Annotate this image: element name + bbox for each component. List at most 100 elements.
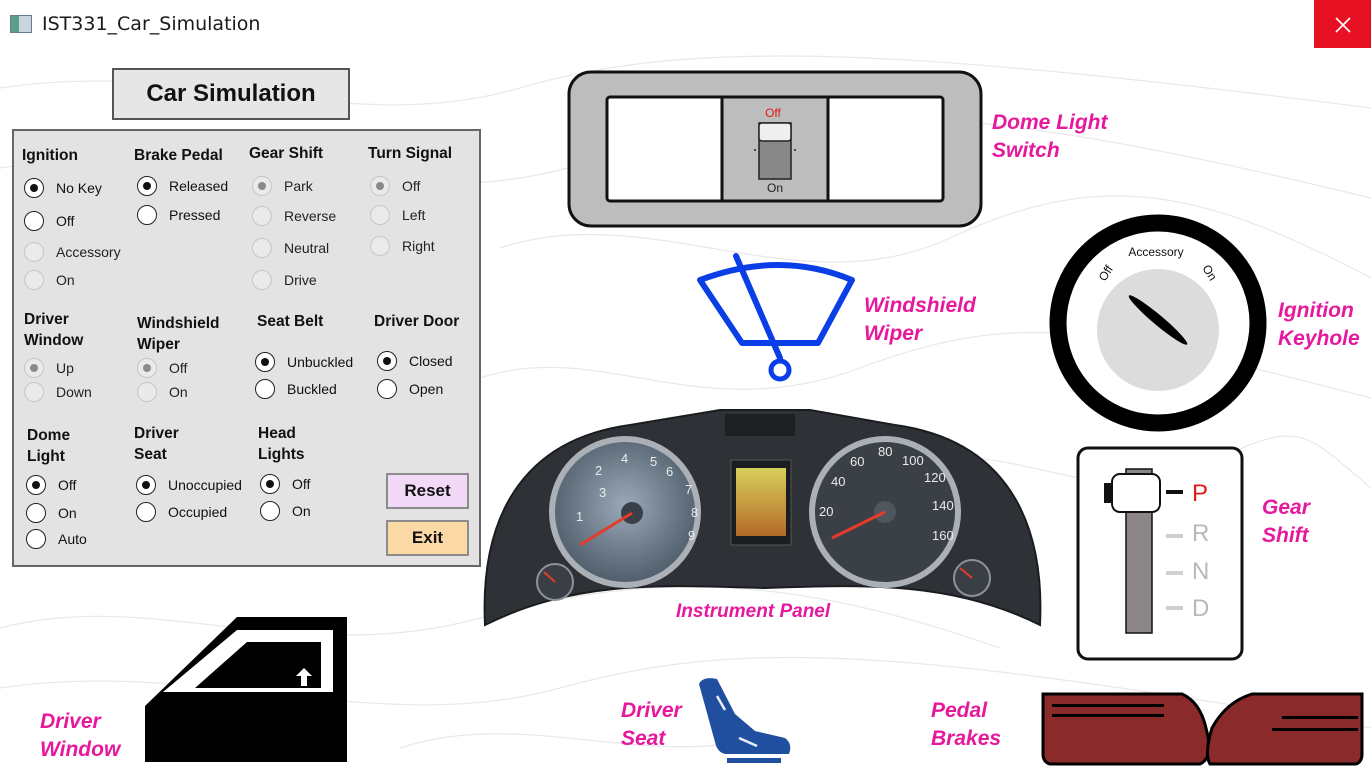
svg-text:1: 1 xyxy=(576,509,583,524)
radio-dot xyxy=(252,176,272,196)
group-title: Gear Shift xyxy=(249,145,324,162)
seat-occupied-radio[interactable]: Occupied xyxy=(136,502,227,522)
dome-light-switch[interactable]: Off On xyxy=(567,70,985,230)
gear-n-label: N xyxy=(1192,558,1209,585)
driver-window-label: Driver Window xyxy=(40,708,120,764)
gear-drive-radio[interactable]: Drive xyxy=(252,270,317,290)
radio-label: Auto xyxy=(58,531,87,547)
ignition-on-radio[interactable]: On xyxy=(24,270,75,290)
radio-dot xyxy=(26,529,46,549)
keyhole-accessory-label: Accessory xyxy=(1128,245,1183,259)
radio-label: Left xyxy=(402,207,426,223)
radio-dot xyxy=(136,475,156,495)
seat-belt-buckled-radio[interactable]: Buckled xyxy=(255,379,337,399)
group-title: Seat Belt xyxy=(257,313,324,330)
radio-dot xyxy=(24,382,44,402)
gear-neutral-radio[interactable]: Neutral xyxy=(252,238,329,258)
svg-text:20: 20 xyxy=(819,504,833,519)
radio-label: On xyxy=(56,272,75,288)
label-line: Wiper xyxy=(864,322,923,345)
driver-seat[interactable] xyxy=(695,676,795,768)
label-line: Window xyxy=(40,738,121,761)
switch-toggle[interactable] xyxy=(758,122,792,142)
gear-shift[interactable]: P R N D xyxy=(1074,445,1246,663)
group-title-line: Driver xyxy=(24,311,69,328)
radio-label: Off xyxy=(169,360,188,376)
door-open-radio[interactable]: Open xyxy=(377,379,443,399)
gear-park-radio[interactable]: Park xyxy=(252,176,313,196)
gear-reverse-radio[interactable]: Reverse xyxy=(252,206,336,226)
switch-off-label: Off xyxy=(765,106,781,120)
turn-left-radio[interactable]: Left xyxy=(370,205,425,225)
windshield-wiper-label: Windshield Wiper xyxy=(864,292,976,348)
label-line: Driver xyxy=(40,710,101,733)
radio-dot xyxy=(252,238,272,258)
ignition-accessory-radio[interactable]: Accessory xyxy=(24,242,121,262)
svg-text:160: 160 xyxy=(932,528,954,543)
group-title-line: Light xyxy=(27,448,65,465)
turn-off-radio[interactable]: Off xyxy=(370,176,420,196)
turn-right-radio[interactable]: Right xyxy=(370,236,435,256)
group-title-line: Seat xyxy=(134,446,167,463)
close-button[interactable] xyxy=(1314,0,1371,48)
radio-label: Off xyxy=(58,477,77,493)
radio-dot xyxy=(24,358,44,378)
radio-label: Pressed xyxy=(169,207,221,223)
svg-text:4: 4 xyxy=(621,451,628,466)
group-title-line: Wiper xyxy=(137,336,180,353)
radio-dot xyxy=(26,503,46,523)
ignition-keyhole-label: Ignition Keyhole xyxy=(1278,297,1360,353)
brake-pressed-radio[interactable]: Pressed xyxy=(137,205,220,225)
turn-signal-group: Turn Signal xyxy=(368,143,452,164)
group-title: Turn Signal xyxy=(368,145,453,162)
window-title: IST331_Car_Simulation xyxy=(42,13,261,35)
label-line: Seat xyxy=(621,727,666,750)
gear-d-label: D xyxy=(1192,595,1209,622)
reset-button[interactable]: Reset xyxy=(386,473,469,509)
seat-unoccupied-radio[interactable]: Unoccupied xyxy=(136,475,242,495)
svg-text:40: 40 xyxy=(831,474,845,489)
wiper-on-radio[interactable]: On xyxy=(137,382,188,402)
gear-p-label: P xyxy=(1192,480,1208,507)
radio-dot xyxy=(26,475,46,495)
radio-label: Off xyxy=(56,213,75,229)
switch-on-label: On xyxy=(767,181,783,195)
radio-label: No Key xyxy=(56,180,102,196)
group-title-line: Head xyxy=(258,425,296,442)
ignition-group: Ignition xyxy=(22,145,78,166)
exit-button[interactable]: Exit xyxy=(386,520,469,556)
radio-label: Park xyxy=(284,178,313,194)
radio-label: Reverse xyxy=(284,208,337,224)
gear-knob[interactable] xyxy=(1111,473,1161,513)
headlights-off-radio[interactable]: Off xyxy=(260,474,310,494)
dome-auto-radio[interactable]: Auto xyxy=(26,529,87,549)
pedal-brakes[interactable] xyxy=(1040,688,1365,768)
radio-dot xyxy=(137,205,157,225)
dome-on-radio[interactable]: On xyxy=(26,503,77,523)
wiper-pivot xyxy=(768,358,792,382)
windshield-wiper-group: Windshield Wiper xyxy=(137,313,220,355)
ignition-no-key-radio[interactable]: No Key xyxy=(24,178,102,198)
window-up-radio[interactable]: Up xyxy=(24,358,74,378)
ignition-off-radio[interactable]: Off xyxy=(24,211,74,231)
headlights-on-radio[interactable]: On xyxy=(260,501,311,521)
driver-seat-group: Driver Seat xyxy=(134,423,179,465)
wiper-off-radio[interactable]: Off xyxy=(137,358,187,378)
seat-belt-group: Seat Belt xyxy=(257,311,323,332)
radio-dot xyxy=(137,358,157,378)
ignition-keyhole[interactable]: Accessory Off On xyxy=(1047,213,1271,435)
dome-off-radio[interactable]: Off xyxy=(26,475,76,495)
driver-window[interactable] xyxy=(145,614,349,764)
radio-label: Neutral xyxy=(284,240,330,256)
seat-belt-unbuckled-radio[interactable]: Unbuckled xyxy=(255,352,353,372)
window-down-radio[interactable]: Down xyxy=(24,382,92,402)
door-closed-radio[interactable]: Closed xyxy=(377,351,453,371)
head-lights-group: Head Lights xyxy=(258,423,305,465)
windshield-wiper[interactable] xyxy=(690,250,865,385)
label-line: Driver xyxy=(621,699,682,722)
radio-dot xyxy=(260,474,280,494)
group-title: Ignition xyxy=(22,147,78,164)
brake-released-radio[interactable]: Released xyxy=(137,176,228,196)
radio-dot xyxy=(137,382,157,402)
driver-door-group: Driver Door xyxy=(374,311,459,332)
